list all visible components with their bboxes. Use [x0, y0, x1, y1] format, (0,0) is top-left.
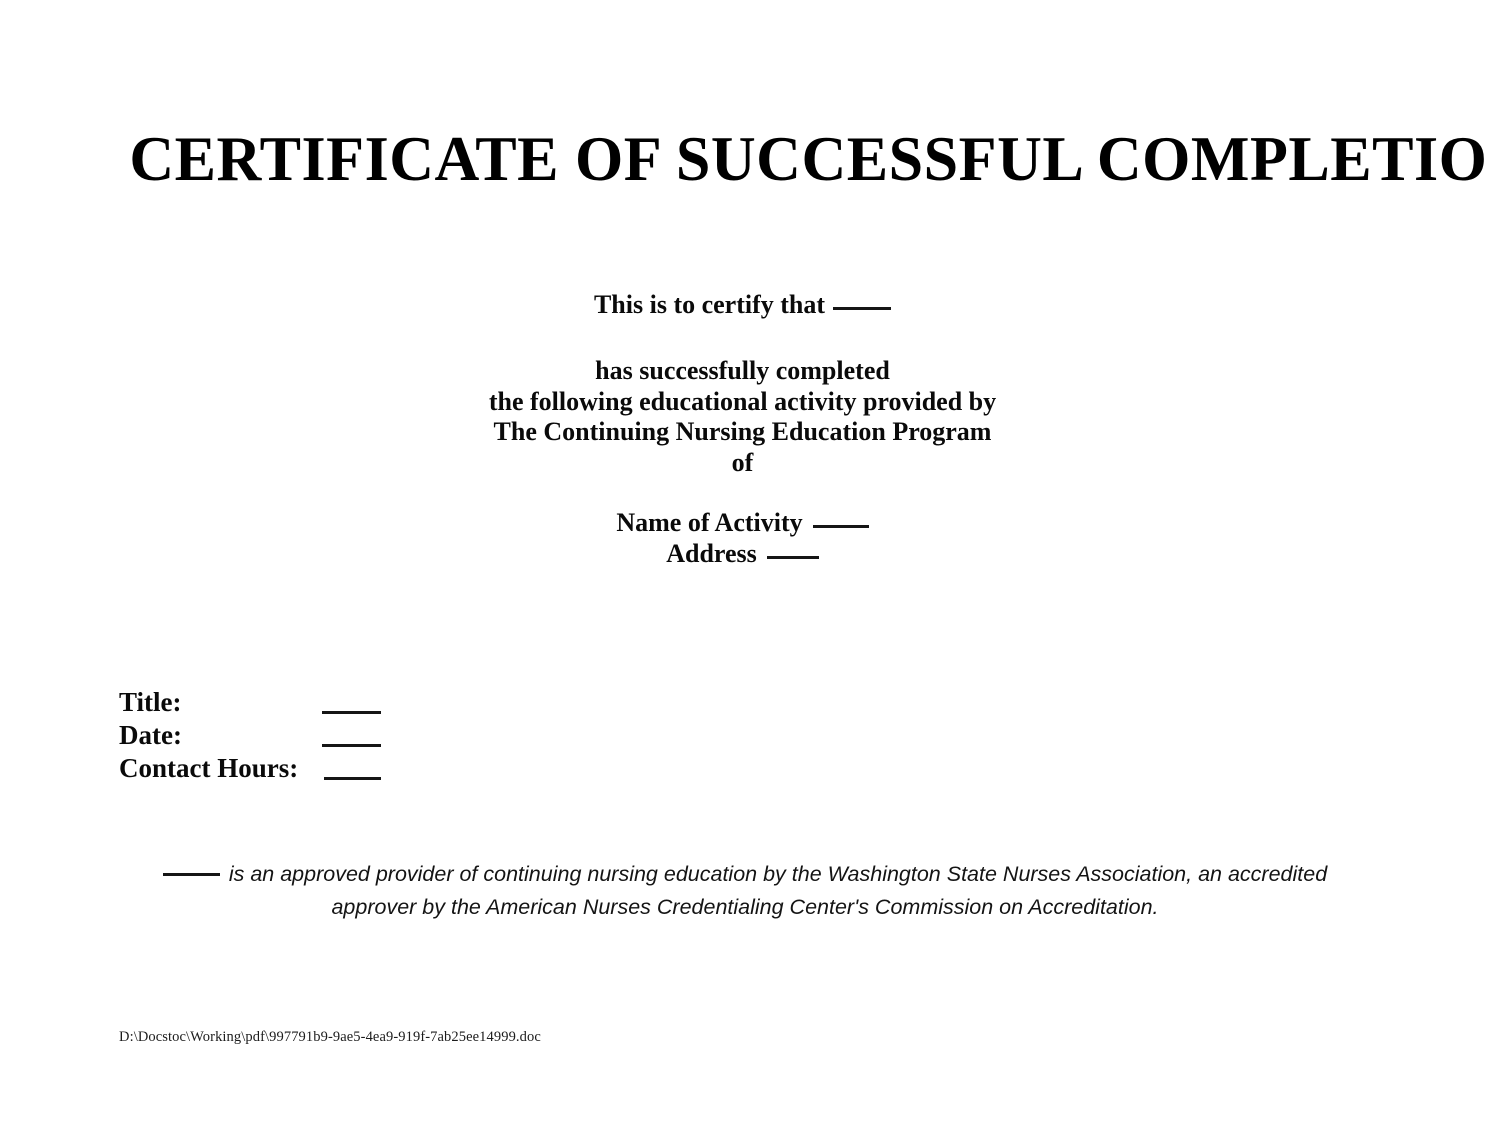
- activity-details: Name of Activity Address: [300, 507, 1185, 569]
- activity-address-blank[interactable]: [766, 556, 819, 559]
- body-line-of: of: [731, 447, 754, 477]
- activity-name-label: Name of Activity: [616, 508, 803, 537]
- field-blank-contact-hours[interactable]: [324, 777, 381, 780]
- accreditation-provider-blank[interactable]: [162, 873, 220, 876]
- page-title: CERTIFICATE OF SUCCESSFUL COMPLETION: [129, 124, 1485, 194]
- certify-statement: This is to certify that: [300, 292, 1185, 318]
- body-line-provided-by: the following educational activity provi…: [488, 386, 997, 416]
- field-row-contact-hours: Contact Hours:: [119, 752, 381, 785]
- field-blank-title[interactable]: [322, 711, 381, 714]
- field-row-title: Title:: [119, 686, 381, 719]
- certificate-page: CERTIFICATE OF SUCCESSFUL COMPLETION Thi…: [0, 0, 1485, 1148]
- accreditation-note-line-2: approver by the American Nurses Credenti…: [331, 895, 1159, 919]
- signature-fields: Title: Date: Contact Hours:: [119, 686, 381, 785]
- field-label-title: Title:: [119, 687, 182, 717]
- body-line-completed: has successfully completed: [595, 356, 890, 385]
- field-label-contact-hours: Contact Hours:: [119, 753, 299, 783]
- field-row-date: Date:: [119, 719, 381, 752]
- certify-statement-text: This is to certify that: [593, 290, 826, 319]
- accreditation-note-line-1: is an approved provider of continuing nu…: [228, 862, 1328, 886]
- body-line-program: The Continuing Nursing Education Program: [493, 417, 992, 446]
- field-label-date: Date:: [119, 720, 182, 750]
- field-blank-date[interactable]: [322, 744, 381, 747]
- accreditation-note: is an approved provider of continuing nu…: [120, 858, 1370, 924]
- activity-address-label: Address: [666, 539, 757, 568]
- completion-body: has successfully completed the following…: [300, 356, 1185, 478]
- certify-name-blank[interactable]: [833, 307, 892, 310]
- activity-name-blank[interactable]: [812, 525, 869, 528]
- source-file-path: D:\Docstoc\Working\pdf\997791b9-9ae5-4ea…: [119, 1029, 541, 1045]
